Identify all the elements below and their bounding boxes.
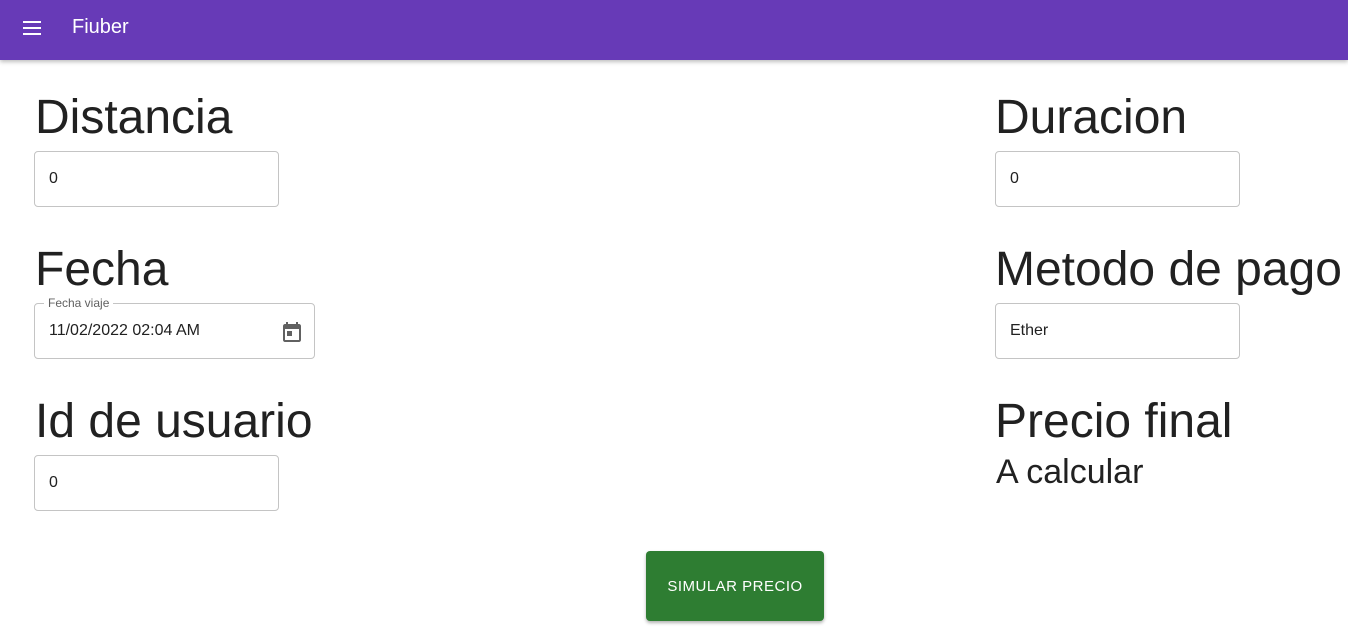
fecha-input[interactable]: [49, 304, 269, 358]
app-bar: Fiuber: [0, 0, 1348, 60]
id-usuario-input[interactable]: [49, 456, 264, 510]
menu-button[interactable]: [14, 10, 50, 46]
id-usuario-label: Id de usuario: [35, 395, 313, 448]
duracion-label: Duracion: [995, 91, 1188, 144]
duracion-input[interactable]: [1010, 152, 1225, 206]
distancia-field: [34, 151, 279, 207]
fecha-label: Fecha: [35, 243, 169, 296]
menu-icon: [23, 21, 41, 35]
duracion-field: [995, 151, 1240, 207]
metodo-pago-input[interactable]: [1010, 304, 1225, 358]
metodo-pago-field: [995, 303, 1240, 359]
distancia-label: Distancia: [35, 91, 233, 144]
fecha-field: Fecha viaje: [34, 296, 315, 359]
simular-precio-button[interactable]: SIMULAR PRECIO: [646, 551, 824, 621]
calendar-icon[interactable]: [280, 320, 304, 344]
id-usuario-field: [34, 455, 279, 511]
metodo-pago-label: Metodo de pago: [995, 243, 1342, 296]
precio-final-value: A calcular: [996, 453, 1144, 491]
precio-final-label: Precio final: [995, 395, 1233, 448]
distancia-input[interactable]: [49, 152, 264, 206]
app-title: Fiuber: [72, 16, 129, 38]
